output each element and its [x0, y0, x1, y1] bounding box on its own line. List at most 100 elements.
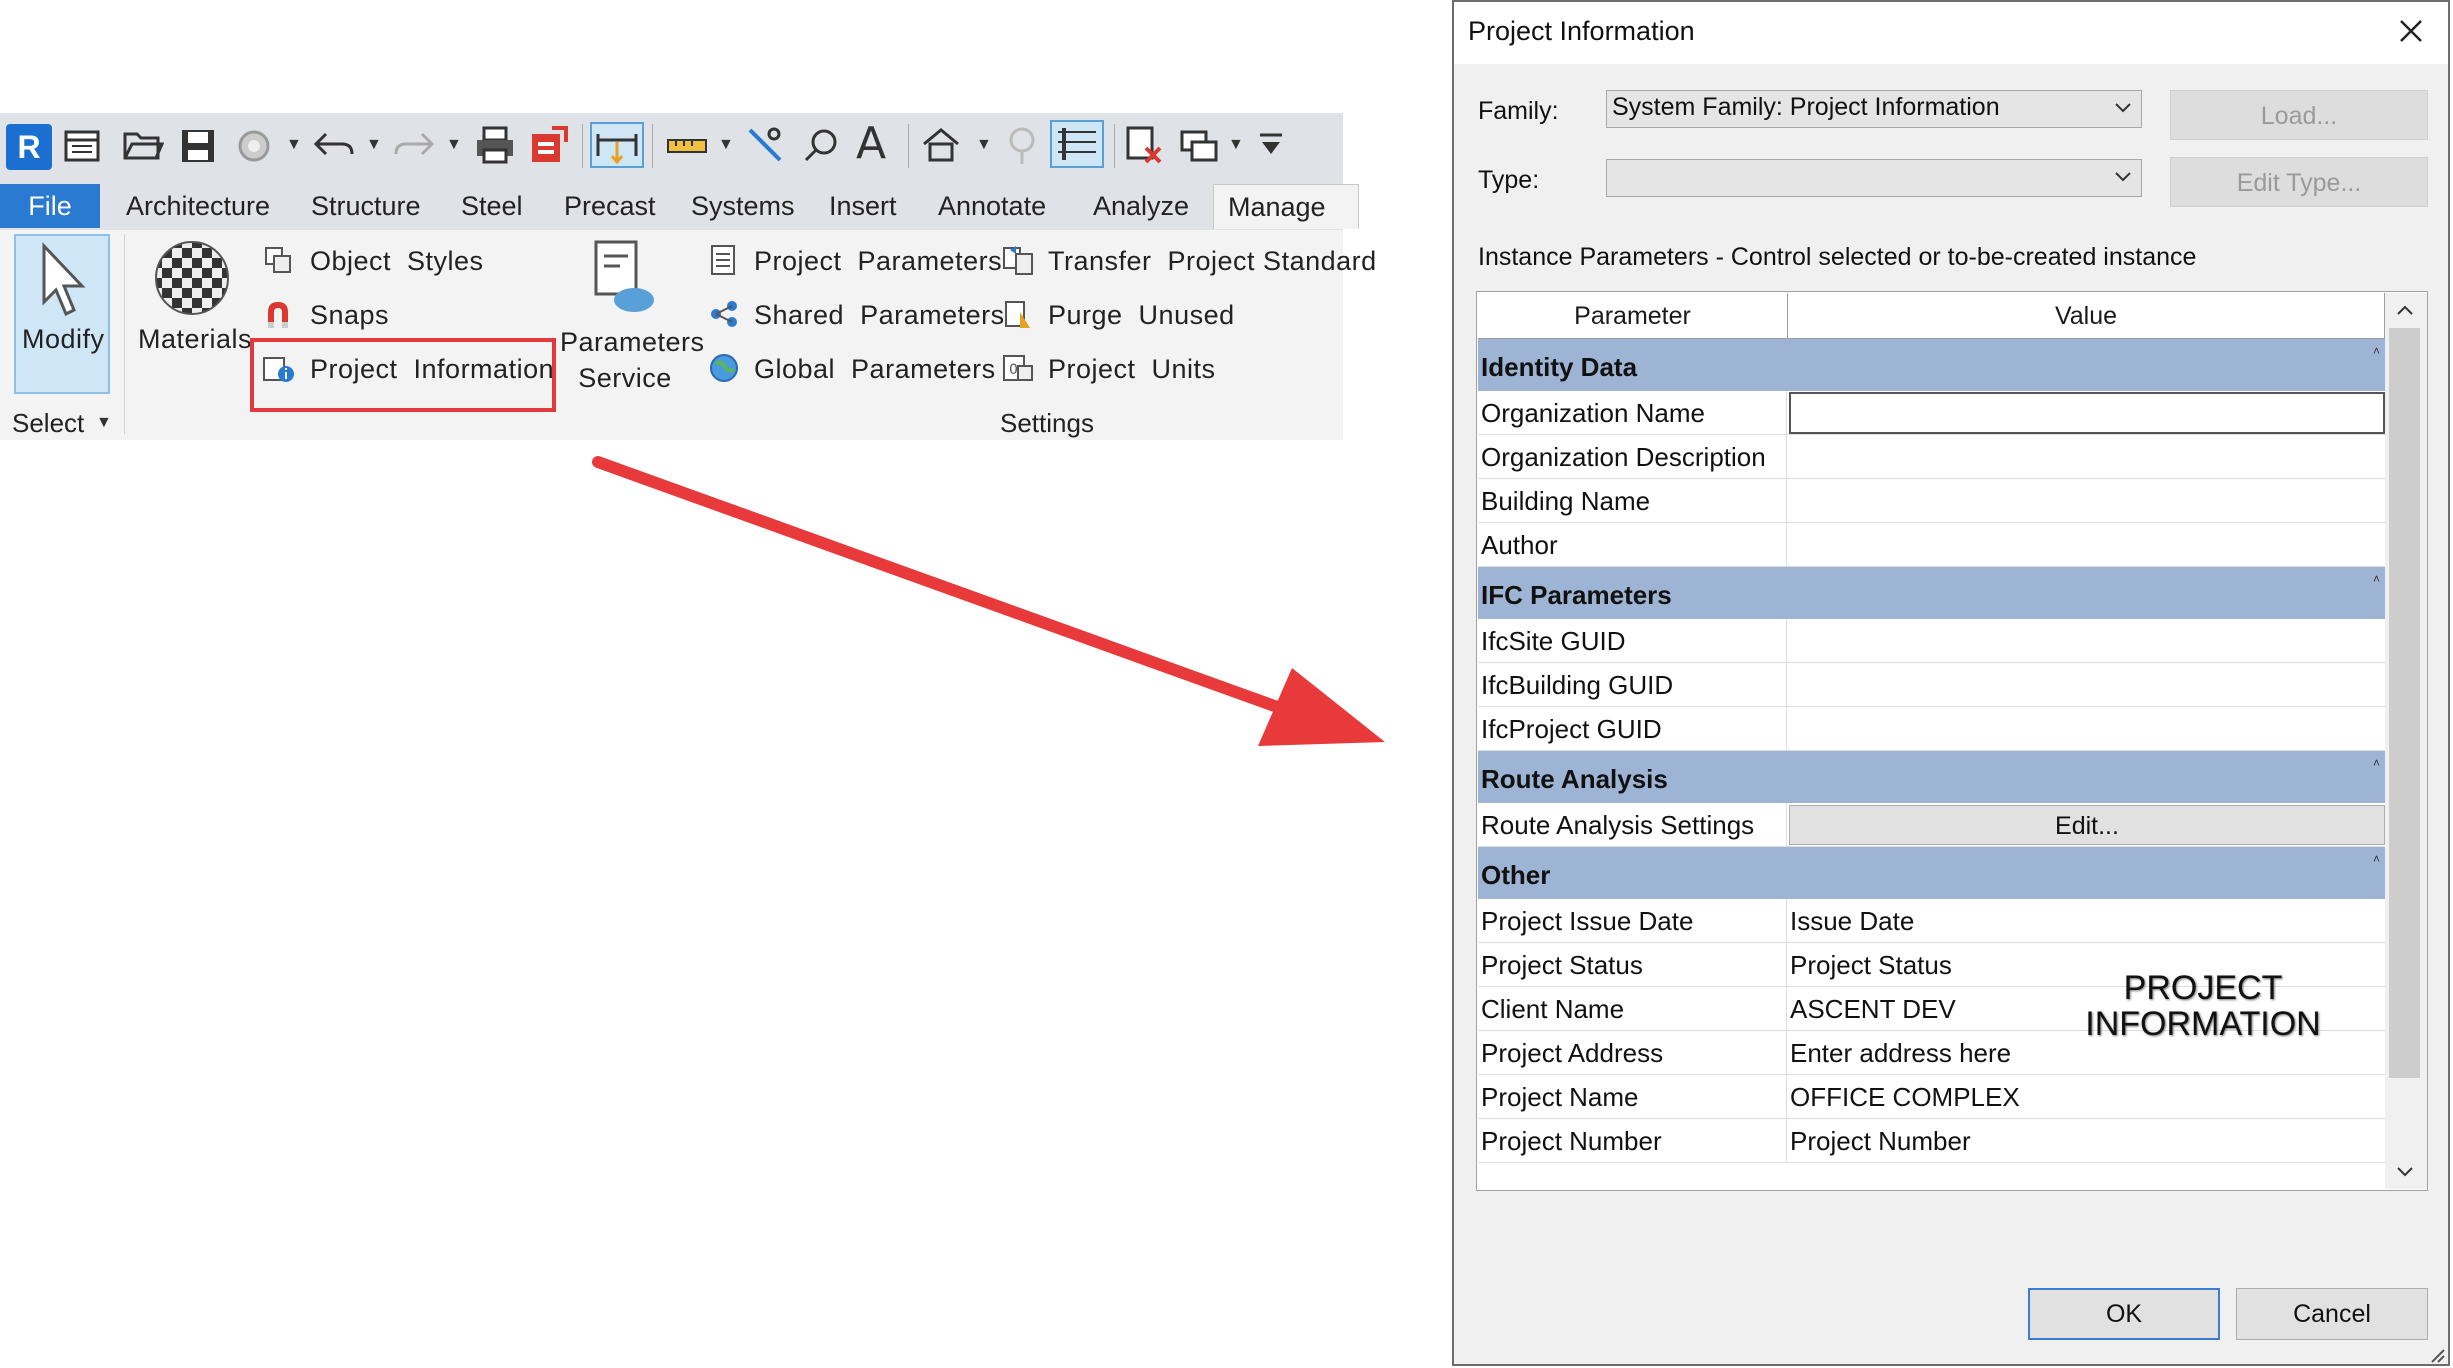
- customize-qat-icon[interactable]: [1256, 130, 1286, 158]
- scrollbar-thumb[interactable]: [2389, 328, 2420, 1078]
- param-name: Organization Description: [1481, 442, 1766, 472]
- parameter-column-header[interactable]: Parameter: [1478, 293, 1788, 339]
- param-name: Project Status: [1481, 950, 1643, 980]
- route-analysis-edit-button[interactable]: Edit...: [1789, 805, 2385, 845]
- param-value[interactable]: Project Number: [1790, 1126, 1971, 1157]
- edit-type-button[interactable]: Edit Type...: [2170, 157, 2428, 207]
- group-header-other[interactable]: [1478, 847, 2385, 899]
- table-row[interactable]: [1478, 523, 2385, 567]
- tab-manage[interactable]: Manage: [1213, 184, 1359, 229]
- object-styles-button[interactable]: Object Styles: [310, 246, 484, 277]
- column-separator: [1786, 803, 1787, 847]
- param-name: IfcSite GUID: [1481, 626, 1626, 656]
- param-name: Route Analysis Settings: [1481, 810, 1755, 840]
- collapse-icon[interactable]: ˄: [2373, 756, 2380, 770]
- project-parameters-button[interactable]: Project Parameters: [754, 246, 1002, 277]
- global-parameters-icon: [710, 354, 738, 382]
- param-value[interactable]: OFFICE COMPLEX: [1790, 1082, 2020, 1113]
- snaps-icon: [268, 302, 288, 328]
- scroll-up-icon[interactable]: [2396, 304, 2414, 316]
- param-name: Building Name: [1481, 486, 1651, 516]
- sync-icon[interactable]: [232, 126, 276, 166]
- group-label: Route Analysis: [1481, 764, 1668, 794]
- save-icon[interactable]: [178, 126, 218, 166]
- print-icon[interactable]: [474, 124, 516, 166]
- qat-separator: [1114, 124, 1115, 168]
- param-value[interactable]: Project Status: [1790, 950, 1952, 981]
- tab-architecture[interactable]: Architecture: [126, 184, 270, 228]
- sync-dropdown-icon[interactable]: ▼: [286, 136, 302, 154]
- tab-analyze[interactable]: Analyze: [1093, 184, 1189, 228]
- family-label: Family:: [1478, 97, 1559, 125]
- param-value[interactable]: ASCENT DEV: [1790, 994, 1956, 1025]
- qat-separator: [652, 124, 653, 168]
- recent-files-icon[interactable]: [62, 126, 102, 166]
- type-dropdown[interactable]: [1606, 159, 2142, 197]
- materials-label[interactable]: Materials: [138, 324, 252, 355]
- collapse-icon[interactable]: ˄: [2373, 852, 2380, 866]
- ok-button[interactable]: OK: [2028, 1288, 2220, 1340]
- select-panel-title[interactable]: Select: [12, 408, 84, 439]
- undo-icon[interactable]: [312, 128, 356, 164]
- scroll-down-icon[interactable]: [2396, 1166, 2414, 1178]
- cancel-button[interactable]: Cancel: [2236, 1288, 2428, 1340]
- revit-app-icon[interactable]: R: [6, 124, 52, 170]
- open-icon[interactable]: [122, 126, 164, 166]
- type-label: Type:: [1478, 166, 1540, 194]
- global-parameters-button[interactable]: Global Parameters: [754, 354, 996, 385]
- select-dropdown-icon[interactable]: ▼: [96, 414, 112, 432]
- tab-steel[interactable]: Steel: [461, 184, 523, 228]
- 3d-view-dropdown-icon[interactable]: ▼: [976, 136, 992, 154]
- align-icon[interactable]: [744, 124, 786, 166]
- switch-windows-icon[interactable]: [1178, 124, 1220, 166]
- measure-icon[interactable]: [590, 122, 644, 168]
- tab-insert[interactable]: Insert: [829, 184, 897, 228]
- parameters-service-button[interactable]: Parameters Service: [560, 324, 704, 396]
- param-value[interactable]: Issue Date: [1790, 906, 1914, 937]
- param-name: Project Address: [1481, 1038, 1664, 1068]
- param-name: Organization Name: [1481, 398, 1705, 428]
- instance-parameters-label: Instance Parameters - Control selected o…: [1478, 243, 2197, 271]
- organization-name-field[interactable]: [1789, 392, 2385, 434]
- section-icon[interactable]: [1002, 124, 1042, 166]
- purge-unused-button[interactable]: Purge Unused: [1048, 300, 1235, 331]
- tab-precast[interactable]: Precast: [564, 184, 656, 228]
- collapse-icon[interactable]: ˄: [2373, 344, 2380, 358]
- column-separator: [1786, 391, 1787, 567]
- dimension-dropdown-icon[interactable]: ▼: [718, 136, 734, 154]
- tab-systems[interactable]: Systems: [691, 184, 795, 228]
- family-value: System Family: Project Information: [1612, 93, 2000, 121]
- resize-grip-icon[interactable]: [2428, 1346, 2446, 1364]
- parameters-service-icon: [594, 240, 654, 312]
- tab-structure[interactable]: Structure: [311, 184, 421, 228]
- transfer-project-standards-button[interactable]: Transfer Project Standard: [1048, 246, 1377, 277]
- 3d-view-icon[interactable]: [920, 124, 962, 166]
- dimension-icon[interactable]: [664, 130, 710, 162]
- group-label: Identity Data: [1481, 352, 1638, 382]
- project-units-button[interactable]: Project Units: [1048, 354, 1216, 385]
- switch-windows-dropdown-icon[interactable]: ▼: [1228, 136, 1244, 154]
- snaps-button[interactable]: Snaps: [310, 300, 389, 331]
- tab-file[interactable]: File: [0, 184, 100, 228]
- qat-separator: [908, 124, 909, 168]
- close-icon[interactable]: [2398, 18, 2424, 44]
- export-icon[interactable]: [528, 124, 570, 166]
- text-icon[interactable]: A: [856, 118, 886, 169]
- column-separator: [1786, 899, 1787, 1163]
- param-name: Author: [1481, 530, 1558, 560]
- value-column-header[interactable]: Value: [1788, 293, 2385, 339]
- load-button[interactable]: Load...: [2170, 90, 2428, 140]
- shared-parameters-button[interactable]: Shared Parameters: [754, 300, 1005, 331]
- param-value[interactable]: Enter address here: [1790, 1038, 2011, 1069]
- thin-lines-icon[interactable]: [1050, 120, 1104, 168]
- undo-dropdown-icon[interactable]: ▼: [366, 136, 382, 154]
- purge-unused-icon: [1005, 301, 1030, 328]
- redo-dropdown-icon[interactable]: ▼: [446, 136, 462, 154]
- collapse-icon[interactable]: ˄: [2373, 572, 2380, 586]
- close-hidden-icon[interactable]: [1124, 124, 1166, 166]
- tab-annotate[interactable]: Annotate: [938, 184, 1046, 228]
- project-units-icon: 0: [1003, 355, 1033, 381]
- tag-icon[interactable]: [800, 126, 840, 166]
- redo-icon[interactable]: [392, 128, 436, 164]
- pointer-arrow: [592, 456, 1385, 746]
